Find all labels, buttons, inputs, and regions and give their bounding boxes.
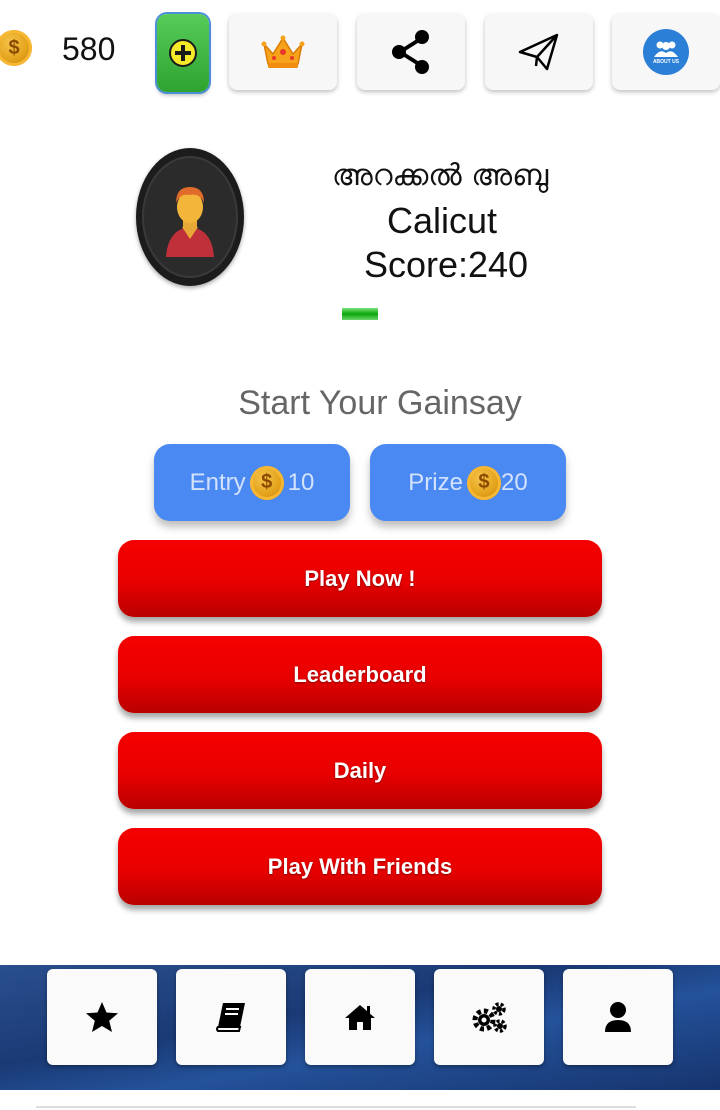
coin-symbol: $: [261, 471, 273, 493]
profile-name: അറക്കൽ അബു: [331, 158, 549, 193]
book-icon: [216, 1003, 245, 1032]
bottom-nav: [0, 965, 720, 1090]
avatar[interactable]: [136, 148, 244, 286]
prize-badge: Prize $ 20: [370, 444, 566, 521]
telegram-button[interactable]: [485, 14, 593, 90]
nav-library-button[interactable]: [176, 969, 286, 1065]
about-us-label: ABOUT US: [652, 58, 680, 65]
profile-score: Score:240: [363, 244, 529, 285]
paper-plane-icon: [518, 33, 559, 71]
people-glyph: [654, 41, 678, 57]
user-icon: [605, 1002, 631, 1032]
leaderboard-button[interactable]: Leaderboard: [118, 636, 602, 713]
share-button[interactable]: [357, 14, 465, 90]
entry-fee-badge: Entry $ 10: [154, 444, 350, 521]
coin-symbol: $: [478, 471, 490, 493]
share-icon: [392, 30, 429, 74]
prize-value: 20: [500, 468, 528, 496]
play-with-friends-button[interactable]: Play With Friends: [118, 828, 602, 905]
level-progress-fill: [342, 308, 378, 320]
nav-profile-button[interactable]: [563, 969, 673, 1065]
nav-favorites-button[interactable]: [47, 969, 157, 1065]
prize-label: Prize: [408, 468, 463, 496]
daily-button[interactable]: Daily: [118, 732, 602, 809]
section-heading: Start Your Gainsay: [238, 384, 522, 422]
nav-home-button[interactable]: [305, 969, 415, 1065]
about-us-button[interactable]: ABOUT US: [612, 14, 720, 90]
premium-button[interactable]: [229, 14, 337, 90]
nav-settings-button[interactable]: [434, 969, 544, 1065]
bottom-divider: [36, 1106, 636, 1108]
settings-icon: [472, 1002, 507, 1033]
person-avatar-icon: [166, 187, 214, 257]
entry-label: Entry: [189, 468, 246, 496]
about-us-icon: ABOUT US: [643, 29, 689, 75]
coin-symbol: $: [8, 36, 20, 59]
coin-icon: $: [0, 30, 32, 66]
level-progress-bar: [342, 308, 378, 320]
star-icon: [86, 1002, 118, 1032]
coin-balance: 580: [62, 31, 116, 67]
avatar-inner: [142, 156, 238, 278]
plus-circle-icon: [169, 39, 197, 67]
profile-city: Calicut: [386, 200, 498, 241]
entry-value: 10: [287, 468, 315, 496]
coin-icon: $: [466, 465, 501, 500]
crown-icon: [261, 35, 305, 68]
home-icon: [345, 1005, 375, 1030]
coin-icon: $: [249, 465, 284, 500]
play-now-button[interactable]: Play Now !: [118, 540, 602, 617]
add-coins-button[interactable]: [157, 14, 209, 92]
